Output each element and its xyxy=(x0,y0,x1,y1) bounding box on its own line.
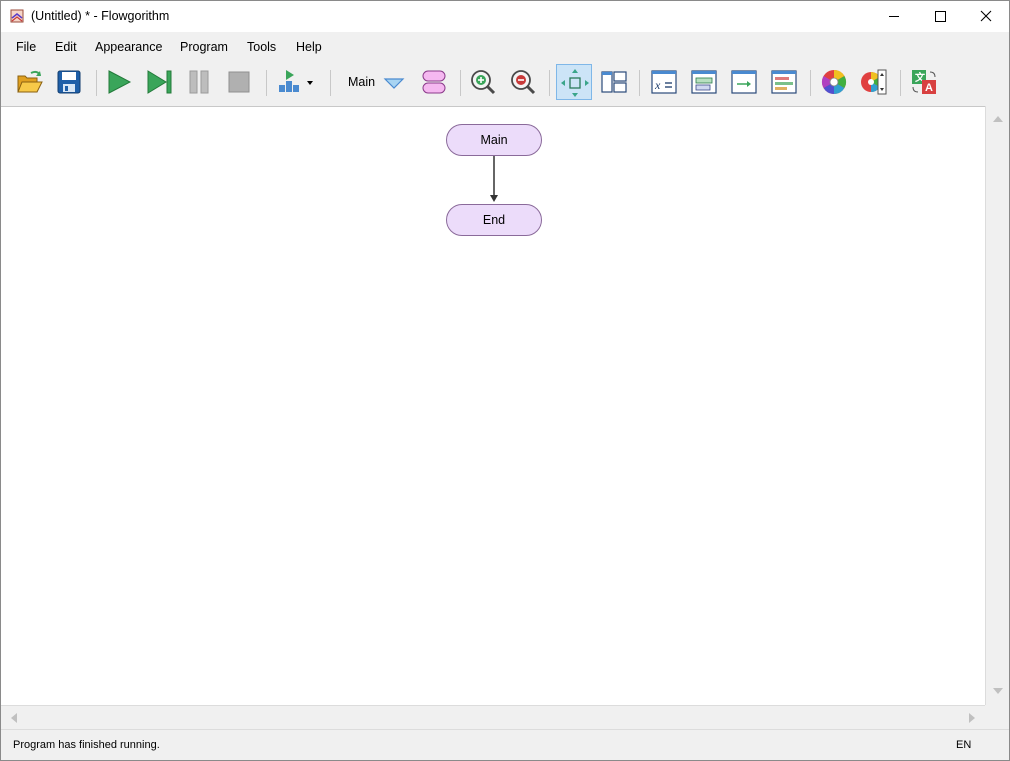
status-bar: Program has finished running. EN xyxy=(1,729,1009,760)
window-title: (Untitled) * - Flowgorithm xyxy=(31,9,170,23)
toolbar-separator xyxy=(639,70,640,96)
toolbar-separator xyxy=(266,70,267,96)
zoom-out-button[interactable] xyxy=(505,64,541,100)
menu-appearance[interactable]: Appearance xyxy=(95,40,162,54)
console-button[interactable] xyxy=(726,64,762,100)
zoom-in-button[interactable] xyxy=(465,64,501,100)
title-bar: (Untitled) * - Flowgorithm xyxy=(1,1,1009,32)
menu-help[interactable]: Help xyxy=(296,40,322,54)
manage-functions-button[interactable] xyxy=(416,64,452,100)
toolbar-separator xyxy=(460,70,461,96)
layout-windows-button[interactable] xyxy=(596,64,632,100)
run-button[interactable] xyxy=(101,64,137,100)
flow-connector-arrow[interactable] xyxy=(486,156,502,204)
flowchart-canvas[interactable]: Main End xyxy=(1,106,985,706)
color-scheme-button[interactable] xyxy=(816,64,852,100)
app-window: (Untitled) * - Flowgorithm File Edit App… xyxy=(0,0,1010,761)
close-button[interactable] xyxy=(963,1,1009,32)
menu-edit[interactable]: Edit xyxy=(55,40,77,54)
stop-button[interactable] xyxy=(221,64,257,100)
menu-program[interactable]: Program xyxy=(180,40,228,54)
chart-style-button[interactable] xyxy=(856,64,892,100)
open-button[interactable] xyxy=(11,64,47,100)
vertical-scrollbar[interactable] xyxy=(985,106,1009,705)
menu-bar: File Edit Appearance Program Tools Help xyxy=(1,32,1009,60)
run-speed-button[interactable] xyxy=(273,64,319,100)
minimize-button[interactable] xyxy=(871,1,917,32)
horizontal-scrollbar[interactable] xyxy=(1,705,985,729)
toolbar-separator xyxy=(96,70,97,96)
status-message: Program has finished running. xyxy=(13,739,160,751)
language-indicator[interactable]: EN xyxy=(956,739,971,751)
toolbar-separator xyxy=(330,70,331,96)
variable-watch-button[interactable]: x xyxy=(646,64,682,100)
end-label: End xyxy=(482,213,506,227)
save-button[interactable] xyxy=(51,64,87,100)
svg-text:x: x xyxy=(654,78,661,92)
toolbar-separator xyxy=(900,70,901,96)
menu-tools[interactable]: Tools xyxy=(247,40,276,54)
pause-button[interactable] xyxy=(181,64,217,100)
flowgorithm-app-icon xyxy=(9,8,25,24)
toolbar-separator xyxy=(549,70,550,96)
function-selector-label[interactable]: Main xyxy=(348,75,375,89)
main-start-terminal[interactable]: Main xyxy=(446,124,542,156)
toolbar: Main x 文 A xyxy=(1,60,1009,106)
center-chart-button[interactable] xyxy=(556,64,592,100)
translate-language-button[interactable]: 文 A xyxy=(906,64,942,100)
menu-file[interactable]: File xyxy=(16,40,36,54)
maximize-button[interactable] xyxy=(917,1,963,32)
source-code-button[interactable] xyxy=(686,64,722,100)
step-button[interactable] xyxy=(141,64,177,100)
scrollbar-corner xyxy=(985,705,1009,729)
layout-button[interactable] xyxy=(766,64,802,100)
end-terminal[interactable]: End xyxy=(446,204,542,236)
svg-text:A: A xyxy=(925,82,933,94)
function-dropdown-button[interactable] xyxy=(376,64,412,100)
main-start-label: Main xyxy=(480,133,508,147)
toolbar-separator xyxy=(810,70,811,96)
